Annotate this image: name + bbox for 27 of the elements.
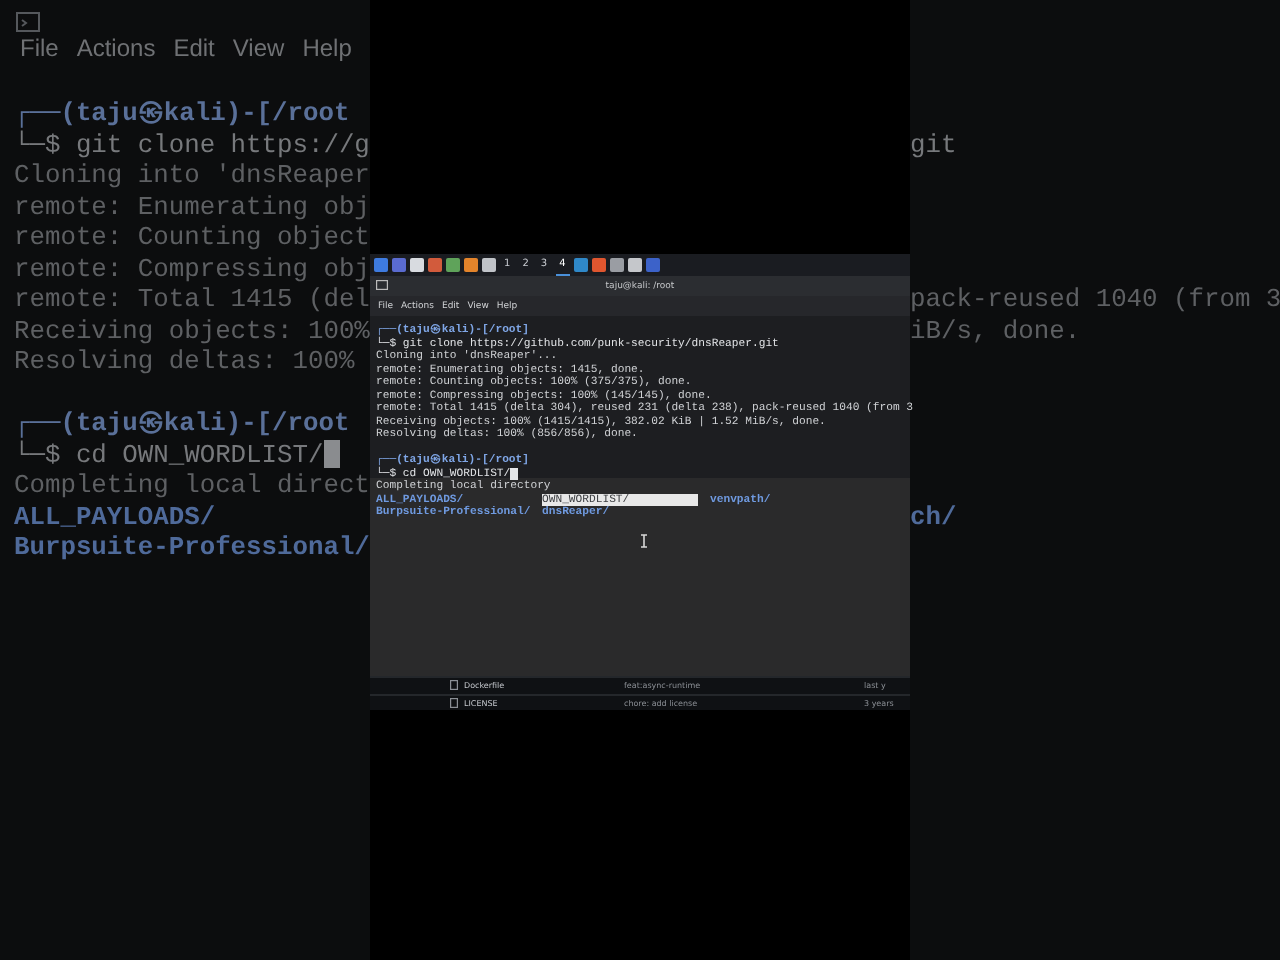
menu-item[interactable]: Actions [76, 34, 156, 62]
terminal-line: ALL_PAYLOADS/ [14, 501, 216, 532]
text-cursor-icon [640, 534, 648, 548]
terminal-line: └─$ cd OWN_WORDLIST/ [14, 439, 324, 470]
terminal-line: pack-reused 1040 (from 3 [910, 284, 1280, 315]
terminal-line: remote: Compressing obj [14, 253, 370, 284]
terminal-line: Receiving objects: 100% [14, 315, 370, 346]
app-menu-icon[interactable] [374, 258, 388, 272]
terminal-line: ch/ [910, 501, 957, 532]
terminal-line: Resolving deltas: 100% [14, 346, 355, 377]
terminal-line: Burpsuite-Professional/ [14, 532, 370, 563]
terminal-line: Completing local direct [14, 470, 370, 501]
terminal-line: remote: Total 1415 (del [14, 284, 370, 315]
terminal-line: remote: Counting object [14, 222, 370, 253]
menu-item[interactable]: Help [302, 34, 352, 62]
terminal-icon [16, 12, 40, 32]
terminal-line: iB/s, done. [910, 315, 1081, 346]
terminal-line: remote: Enumerating obj [14, 191, 370, 222]
menu-item[interactable]: Edit [173, 34, 215, 62]
terminal-line: git [910, 129, 957, 160]
terminal-line: Cloning into 'dnsReaper [14, 160, 370, 191]
menu-item[interactable]: View [232, 34, 285, 62]
terminal-line: ┌──(taju㉿kali)-[/root [14, 408, 350, 439]
terminal-line: └─$ git clone https://g [14, 129, 370, 160]
terminal-icon [376, 280, 388, 290]
menu-item[interactable]: File [20, 34, 59, 62]
terminal-line: ┌──(taju㉿kali)-[/root [14, 98, 350, 129]
